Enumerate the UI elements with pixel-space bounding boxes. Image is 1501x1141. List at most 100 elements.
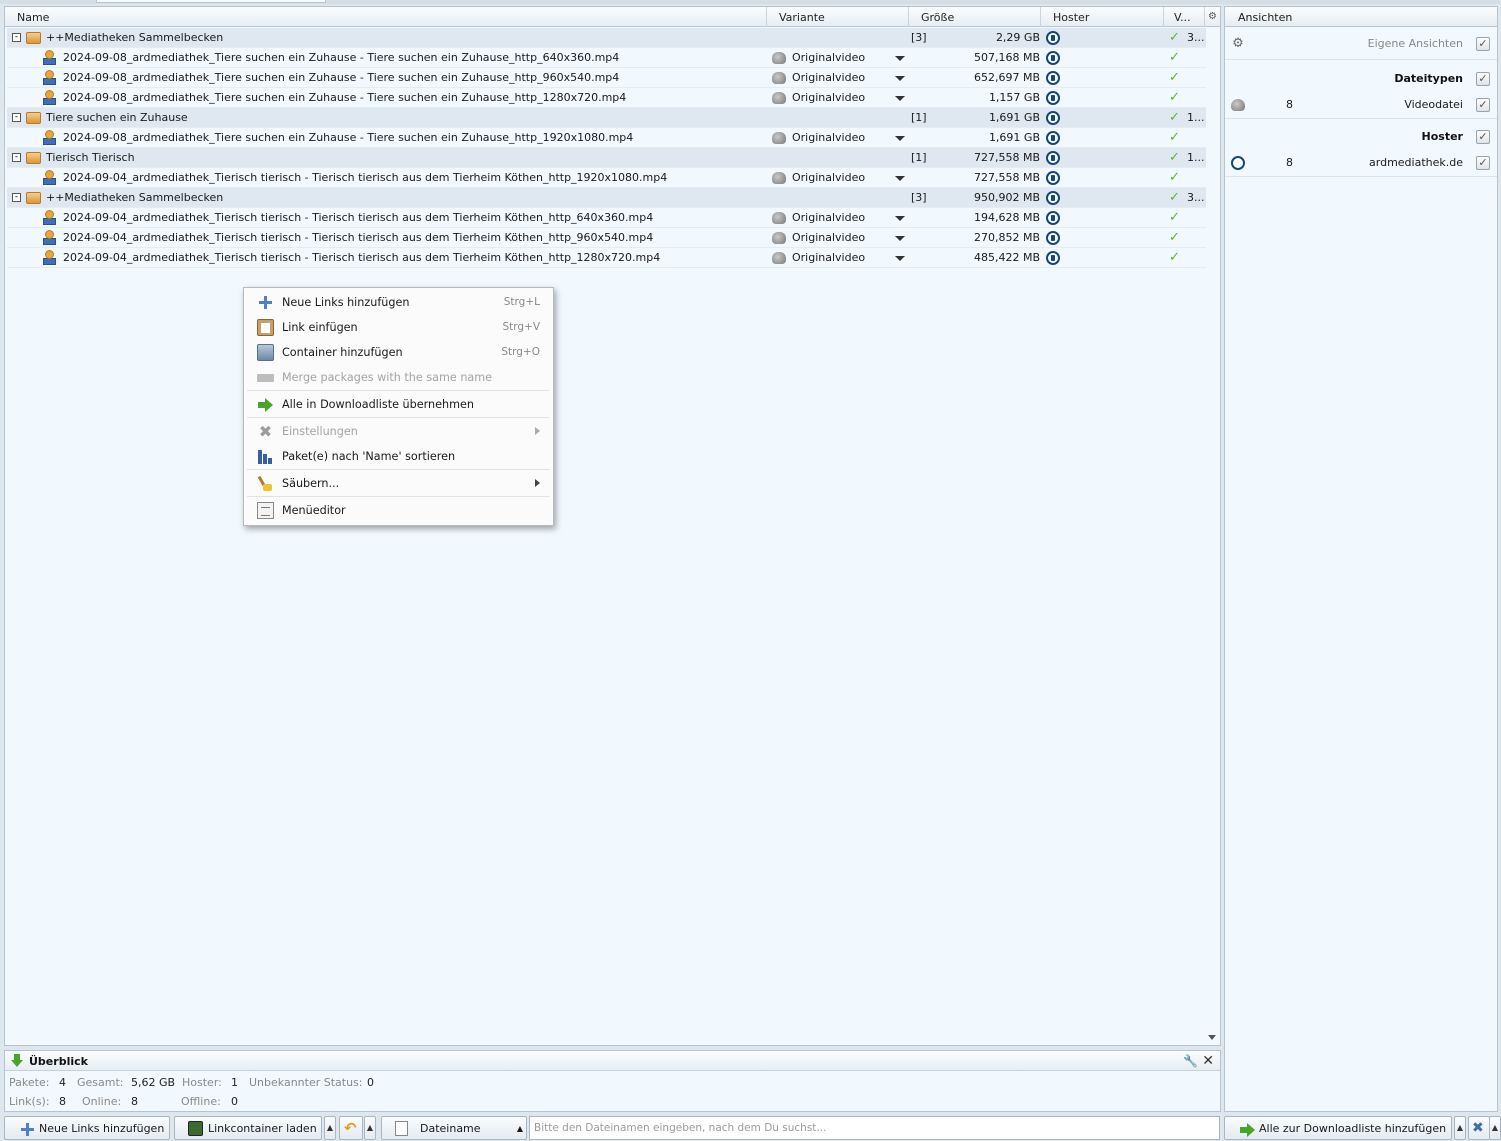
- search-input[interactable]: [529, 1116, 1220, 1140]
- column-size[interactable]: Größe: [909, 7, 1041, 27]
- menu-item-paste-link[interactable]: Link einfügen Strg+V: [247, 315, 550, 340]
- variant-dropdown-icon[interactable]: [895, 236, 905, 241]
- hoster-checkbox[interactable]: ✓: [1476, 130, 1490, 144]
- menu-item-sort-by-name[interactable]: Paket(e) nach 'Name' sortieren: [247, 444, 550, 469]
- search-field-select[interactable]: Dateiname ▲: [381, 1116, 527, 1140]
- link-row[interactable]: 2024-09-04_ardmediathek_Tierisch tierisc…: [7, 228, 1206, 248]
- ardmediathek-hoster-icon: [1046, 31, 1060, 45]
- package-icon: [26, 192, 41, 204]
- column-name[interactable]: Name: [5, 7, 767, 27]
- own-views-label: Eigene Ansichten: [1367, 37, 1463, 50]
- hoster-ardmediathek-row[interactable]: 8 ardmediathek.de ✓: [1225, 150, 1497, 176]
- variant-dropdown-icon[interactable]: [895, 176, 905, 181]
- variant-dropdown-icon[interactable]: [895, 216, 905, 221]
- collapse-toggle-icon[interactable]: -: [12, 193, 21, 202]
- load-container-label: Linkcontainer laden: [208, 1122, 317, 1135]
- link-size: 194,628 MB: [973, 211, 1040, 224]
- wrench-icon: ✖: [1472, 1120, 1484, 1136]
- menu-item-settings: ✖ Einstellungen: [247, 419, 550, 444]
- links-value: 8: [59, 1095, 66, 1108]
- own-views-checkbox[interactable]: ✓: [1476, 37, 1490, 51]
- package-row[interactable]: - Tiere suchen ein Zuhause [1] 1,691 GB ✓ 1..…: [7, 108, 1206, 128]
- own-views-row[interactable]: ⚙ Eigene Ansichten ✓: [1225, 31, 1497, 57]
- ardmediathek-hoster-icon: [1046, 131, 1060, 145]
- link-row[interactable]: 2024-09-04_ardmediathek_Tierisch tierisc…: [7, 208, 1206, 228]
- add-links-button[interactable]: Neue Links hinzufügen: [4, 1116, 170, 1140]
- close-icon[interactable]: ✕: [1202, 1051, 1214, 1072]
- hoster-header: Hoster ✓: [1225, 124, 1497, 150]
- container-dropdown-toggle[interactable]: ▲: [324, 1116, 336, 1140]
- ardmediathek-hoster-icon: [1046, 211, 1060, 225]
- package-icon: [26, 112, 41, 124]
- filetypes-checkbox[interactable]: ✓: [1476, 72, 1490, 86]
- link-row[interactable]: 2024-09-08_ardmediathek_Tiere suchen ein…: [7, 48, 1206, 68]
- variant-dropdown-icon[interactable]: [895, 56, 905, 61]
- filetype-checkbox[interactable]: ✓: [1476, 98, 1490, 112]
- packages-value: 4: [59, 1076, 66, 1089]
- overview-title: Überblick: [29, 1055, 88, 1068]
- offline-label: Offline:: [181, 1095, 221, 1108]
- variant-label: Originalvideo: [792, 131, 866, 144]
- link-row[interactable]: 2024-09-04_ardmediathek_Tierisch tierisc…: [7, 168, 1206, 188]
- views-panel-title: Ansichten: [1225, 7, 1497, 27]
- menu-item-add-container[interactable]: Container hinzufügen Strg+O: [247, 340, 550, 365]
- undo-button[interactable]: ↶: [339, 1116, 363, 1140]
- link-file-name: 2024-09-08_ardmediathek_Tiere suchen ein…: [63, 131, 634, 144]
- video-file-icon: [43, 70, 56, 86]
- column-settings-icon[interactable]: ⚙: [1205, 9, 1220, 25]
- collapse-toggle-icon[interactable]: -: [12, 153, 21, 162]
- scroll-down-arrow-icon[interactable]: [1208, 1035, 1216, 1040]
- tools-button[interactable]: ✖: [1468, 1116, 1490, 1140]
- link-file-name: 2024-09-08_ardmediathek_Tiere suchen ein…: [63, 71, 620, 84]
- variant-dropdown-icon[interactable]: [895, 136, 905, 141]
- link-row[interactable]: 2024-09-04_ardmediathek_Tierisch tierisc…: [7, 248, 1206, 268]
- link-row[interactable]: 2024-09-08_ardmediathek_Tiere suchen ein…: [7, 68, 1206, 88]
- hoster-item-checkbox[interactable]: ✓: [1476, 156, 1490, 170]
- gear-icon[interactable]: ⚙: [1231, 37, 1245, 51]
- column-availability[interactable]: V...: [1164, 7, 1205, 27]
- link-size: 485,422 MB: [973, 251, 1040, 264]
- video-file-icon: [43, 230, 56, 246]
- link-row[interactable]: 2024-09-08_ardmediathek_Tiere suchen ein…: [7, 128, 1206, 148]
- menu-item-move-all-to-downloads[interactable]: Alle in Downloadliste übernehmen: [247, 392, 550, 417]
- menu-item-label: Link einfügen: [282, 321, 358, 334]
- green-arrow-icon: [257, 396, 274, 413]
- tools-dropdown-toggle[interactable]: ▲: [1489, 1116, 1501, 1140]
- green-arrow-icon: [1239, 1121, 1255, 1137]
- link-file-name: 2024-09-04_ardmediathek_Tierisch tierisc…: [63, 211, 654, 224]
- availability-check-icon: ✓: [1169, 50, 1180, 65]
- package-row[interactable]: - ++Mediatheken Sammelbecken [3] 2,29 GB ✓ 3.…: [7, 28, 1206, 48]
- add-all-dropdown-toggle[interactable]: ▲: [1454, 1116, 1466, 1140]
- download-arrow-icon: [11, 1054, 23, 1067]
- menu-item-cleanup[interactable]: Säubern...: [247, 471, 550, 496]
- link-file-name: 2024-09-04_ardmediathek_Tierisch tierisc…: [63, 231, 654, 244]
- menu-item-menu-editor[interactable]: Menüeditor: [247, 498, 550, 523]
- package-size: 1,691 GB: [988, 111, 1040, 124]
- top-tab[interactable]: [96, 0, 326, 3]
- link-row[interactable]: 2024-09-08_ardmediathek_Tiere suchen ein…: [7, 88, 1206, 108]
- package-size: 950,902 MB: [973, 191, 1040, 204]
- column-hoster[interactable]: Hoster: [1041, 7, 1164, 27]
- pin-icon[interactable]: 🔧: [1183, 1051, 1198, 1072]
- variant-dropdown-icon[interactable]: [895, 76, 905, 81]
- column-variant[interactable]: Variante: [767, 7, 909, 27]
- package-row[interactable]: - ++Mediatheken Sammelbecken [3] 950,902 MB…: [7, 188, 1206, 208]
- link-size: 1,691 GB: [988, 131, 1040, 144]
- variant-label: Originalvideo: [792, 231, 866, 244]
- undo-dropdown-toggle[interactable]: ▲: [364, 1116, 376, 1140]
- availability-check-icon: ✓: [1169, 70, 1180, 85]
- variant-dropdown-icon[interactable]: [895, 96, 905, 101]
- ardmediathek-hoster-icon: [1046, 191, 1060, 205]
- ardmediathek-hoster-icon: [1046, 91, 1060, 105]
- add-all-to-downloads-button[interactable]: Alle zur Downloadliste hinzufügen: [1224, 1116, 1452, 1140]
- filetype-video-row[interactable]: 8 Videodatei ✓: [1225, 92, 1497, 118]
- ardmediathek-hoster-icon: [1046, 151, 1060, 165]
- link-file-name: 2024-09-08_ardmediathek_Tiere suchen ein…: [63, 51, 620, 64]
- menu-item-add-links[interactable]: Neue Links hinzufügen Strg+L: [247, 290, 550, 315]
- variant-dropdown-icon[interactable]: [895, 256, 905, 261]
- collapse-toggle-icon[interactable]: -: [12, 113, 21, 122]
- load-container-button[interactable]: Linkcontainer laden: [174, 1116, 322, 1140]
- package-row[interactable]: - Tierisch Tierisch [1] 727,558 MB ✓ 1...: [7, 148, 1206, 168]
- link-file-name: 2024-09-08_ardmediathek_Tiere suchen ein…: [63, 91, 627, 104]
- collapse-toggle-icon[interactable]: -: [12, 33, 21, 42]
